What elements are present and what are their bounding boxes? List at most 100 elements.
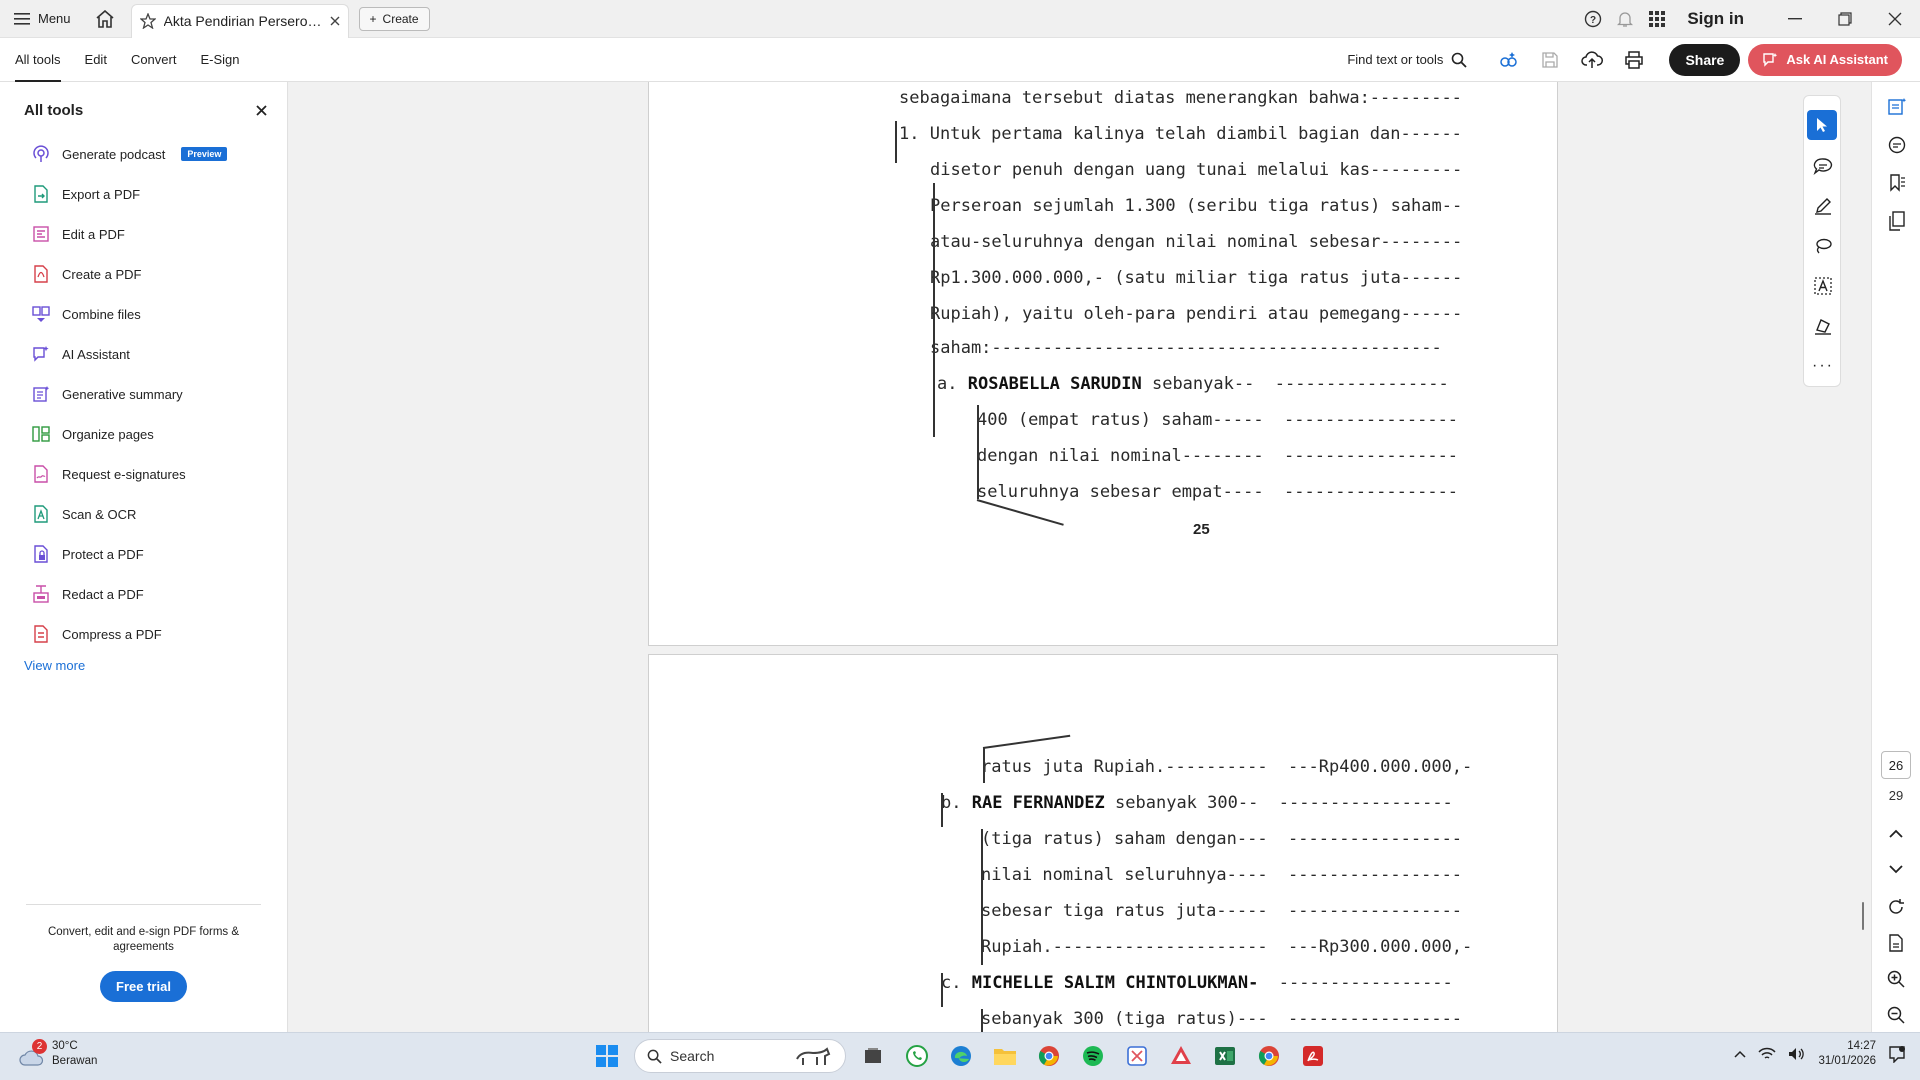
- doc-line: c. MICHELLE SALIM CHINTOLUKMAN- --------…: [941, 973, 1453, 993]
- upload-cloud-icon[interactable]: [1571, 38, 1613, 82]
- share-button[interactable]: Share: [1669, 43, 1741, 76]
- excel-app[interactable]: [1208, 1039, 1242, 1073]
- ai-button-label: Ask AI Assistant: [1786, 52, 1888, 67]
- more-tools[interactable]: ···: [1804, 346, 1842, 386]
- page-number: 25: [1193, 521, 1210, 538]
- snipping-tool-app[interactable]: [1120, 1039, 1154, 1073]
- chrome-app[interactable]: [1032, 1039, 1066, 1073]
- tool-ai-assistant[interactable]: AI Assistant: [0, 334, 287, 374]
- weather-widget[interactable]: 2 30°C Berawan: [18, 1039, 97, 1069]
- home-button[interactable]: [85, 0, 125, 38]
- apps-grid-icon[interactable]: [1641, 0, 1673, 38]
- tool-generative-summary[interactable]: Generative summary: [0, 374, 287, 414]
- notification-icon[interactable]: [1888, 1045, 1906, 1063]
- clock[interactable]: 14:27 31/01/2026: [1818, 1039, 1876, 1069]
- minimize-button[interactable]: [1770, 0, 1820, 38]
- view-more-link[interactable]: View more: [0, 658, 287, 673]
- tool-edit-pdf[interactable]: Edit a PDF: [0, 214, 287, 254]
- menu-button[interactable]: Menu: [0, 0, 85, 38]
- chrome-icon: [1258, 1046, 1279, 1066]
- acrobat-cloud-app[interactable]: [1164, 1039, 1198, 1073]
- close-tab-icon[interactable]: [330, 16, 340, 26]
- chevron-up-icon[interactable]: [1734, 1050, 1746, 1058]
- redact-pdf-icon: [33, 585, 49, 603]
- list-marker: b.: [941, 793, 962, 813]
- zoom-in-button[interactable]: [1871, 962, 1920, 996]
- task-view-button[interactable]: [856, 1039, 890, 1073]
- acrobat-reader-icon: [1303, 1046, 1323, 1066]
- star-icon[interactable]: [139, 13, 156, 29]
- tool-compress-pdf[interactable]: Compress a PDF: [0, 614, 287, 654]
- help-icon[interactable]: ?: [1577, 0, 1609, 38]
- comment-tool[interactable]: [1804, 146, 1842, 186]
- pages-panel-icon[interactable]: [1872, 202, 1920, 240]
- ai-chat-icon: [1763, 52, 1778, 67]
- start-button[interactable]: [590, 1039, 624, 1073]
- bookmarks-panel-icon[interactable]: [1872, 164, 1920, 202]
- tool-combine-files[interactable]: Combine files: [0, 294, 287, 334]
- spotify-app[interactable]: [1076, 1039, 1110, 1073]
- file-explorer-app[interactable]: [988, 1039, 1022, 1073]
- chrome-profile-app[interactable]: [1252, 1039, 1286, 1073]
- close-panel-icon[interactable]: [256, 104, 267, 116]
- acrobat-reader-app[interactable]: [1296, 1039, 1330, 1073]
- tool-scan-ocr[interactable]: Scan & OCR: [0, 494, 287, 534]
- ai-panel-icon[interactable]: [1872, 88, 1920, 126]
- page-display-button[interactable]: [1871, 926, 1920, 960]
- previous-page-button[interactable]: [1871, 816, 1920, 850]
- document-tab[interactable]: Akta Pendirian Perseroa...: [130, 3, 349, 38]
- tab-all-tools[interactable]: All tools: [0, 38, 73, 82]
- rotate-button[interactable]: [1871, 890, 1920, 924]
- find-label: Find text or tools: [1347, 52, 1444, 67]
- restore-button[interactable]: [1820, 0, 1870, 38]
- next-page-button[interactable]: [1871, 852, 1920, 886]
- tool-create-pdf[interactable]: Create a PDF: [0, 254, 287, 294]
- tool-generate-podcast[interactable]: Generate podcast Preview: [0, 134, 287, 174]
- page-view-icon: [1888, 934, 1903, 952]
- create-button[interactable]: + Create: [358, 6, 430, 31]
- tab-edit[interactable]: Edit: [73, 38, 119, 82]
- chevron-down-icon: [1888, 864, 1903, 873]
- lasso-tool[interactable]: [1804, 226, 1842, 266]
- volume-icon[interactable]: [1788, 1047, 1806, 1061]
- sign-tool[interactable]: [1804, 306, 1842, 346]
- folder-icon: [994, 1049, 1016, 1065]
- scrollbar-thumb[interactable]: [1862, 902, 1864, 930]
- tool-organize-pages[interactable]: Organize pages: [0, 414, 287, 454]
- save-icon[interactable]: [1529, 38, 1571, 82]
- document-viewer[interactable]: sebagaimana tersebut diatas menerangkan …: [289, 82, 1871, 1032]
- tab-convert[interactable]: Convert: [119, 38, 189, 82]
- spotify-icon: [1083, 1046, 1103, 1066]
- tool-protect-pdf[interactable]: Protect a PDF: [0, 534, 287, 574]
- select-tool[interactable]: [1807, 110, 1837, 140]
- sign-in-link[interactable]: Sign in: [1673, 9, 1770, 29]
- doc-line: ratus juta Rupiah.---------- ---Rp400.00…: [981, 757, 1473, 777]
- margin-line: [941, 793, 943, 827]
- whatsapp-app[interactable]: [900, 1039, 934, 1073]
- zoom-out-button[interactable]: [1871, 998, 1920, 1032]
- e-signature-icon: [34, 465, 48, 483]
- current-page-input[interactable]: 26: [1881, 751, 1911, 779]
- bell-icon[interactable]: [1609, 0, 1641, 38]
- free-trial-button[interactable]: Free trial: [100, 971, 187, 1002]
- list-marker: c.: [941, 973, 962, 993]
- task-view-icon: [865, 1048, 881, 1063]
- draw-tool[interactable]: [1804, 186, 1842, 226]
- tool-export-pdf[interactable]: Export a PDF: [0, 174, 287, 214]
- taskbar-search[interactable]: Search: [634, 1039, 846, 1073]
- pdf-page-25: sebagaimana tersebut diatas menerangkan …: [648, 82, 1558, 646]
- tab-e-sign[interactable]: E-Sign: [188, 38, 251, 82]
- ai-assistant-icon: [33, 346, 49, 362]
- tool-redact-pdf[interactable]: Redact a PDF: [0, 574, 287, 614]
- print-icon[interactable]: [1613, 38, 1655, 82]
- close-window-button[interactable]: [1870, 0, 1920, 38]
- tool-request-e-signatures[interactable]: Request e-signatures: [0, 454, 287, 494]
- find-tools[interactable]: Find text or tools: [1347, 52, 1468, 68]
- tool-label: Create a PDF: [62, 266, 142, 282]
- text-tool[interactable]: [1804, 266, 1842, 306]
- ai-tools-icon[interactable]: [1487, 38, 1529, 82]
- ask-ai-assistant-button[interactable]: Ask AI Assistant: [1748, 43, 1902, 76]
- edge-app[interactable]: [944, 1039, 978, 1073]
- wifi-icon[interactable]: [1758, 1047, 1776, 1061]
- comments-panel-icon[interactable]: [1872, 126, 1920, 164]
